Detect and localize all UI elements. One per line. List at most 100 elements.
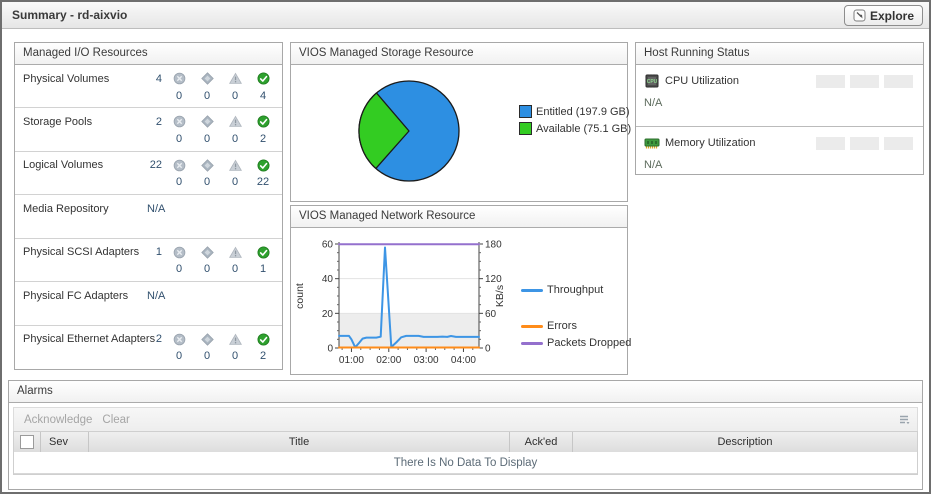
warning-icon [221, 72, 249, 85]
column-header-title[interactable]: Title [89, 432, 510, 452]
managed-io-resources-title: Managed I/O Resources [15, 43, 282, 65]
io-severity-count: 0 [231, 176, 239, 189]
alarms-body: Acknowledge Clear Sev Title Ack'ed Descr… [9, 403, 922, 487]
svg-text:03:00: 03:00 [414, 355, 439, 366]
warning-icon [221, 333, 249, 346]
network-line-chart: 0 20 40 60 0 60 120 180 01:00 02:00 03:00 04:00 [322, 240, 502, 367]
io-row-total: 2 [155, 115, 162, 128]
io-severity-count: 2 [259, 132, 267, 145]
svg-text:180: 180 [485, 240, 502, 251]
io-row-total: N/A [147, 289, 166, 302]
io-severity-count: 0 [231, 132, 239, 145]
svg-text:20: 20 [322, 309, 334, 320]
io-severity-count: 0 [203, 263, 211, 276]
explore-icon [853, 9, 866, 22]
host-running-status-panel: Host Running Status CPU CPU Utilization [635, 42, 924, 175]
available-swatch [519, 122, 532, 135]
io-severity-count: 2 [259, 350, 267, 363]
column-header-acked[interactable]: Ack'ed [510, 432, 573, 452]
io-resource-row: Physical Ethernet Adapters 2 0 0 0 2 [15, 326, 282, 368]
select-all-cell [14, 432, 41, 452]
critical-icon [193, 332, 221, 346]
entitled-label: Entitled (197.9 GB) [536, 105, 630, 118]
explore-button-label: Explore [869, 8, 914, 23]
svg-text:0: 0 [327, 344, 333, 355]
table-customizer-icon[interactable] [897, 413, 911, 427]
fatal-icon [165, 333, 193, 346]
cpu-utilization-row: CPU CPU Utilization N/A [636, 65, 923, 127]
svg-text:02:00: 02:00 [376, 355, 401, 366]
critical-icon [193, 245, 221, 259]
explore-button[interactable]: Explore [843, 5, 923, 26]
placeholder-box [816, 136, 845, 150]
storage-resource-body: Entitled (197.9 GB) Available (75.1 GB) [291, 65, 631, 199]
fatal-icon [165, 159, 193, 172]
network-resource-panel: VIOS Managed Network Resource 0 20 40 60 0 60… [290, 205, 631, 375]
critical-icon [193, 115, 221, 129]
io-row-label: Physical SCSI Adapters [23, 246, 140, 259]
memory-utilization-row: Memory Utilization N/A [636, 127, 923, 188]
legend-item-packets-dropped: Packets Dropped [521, 337, 631, 349]
cpu-placeholder-boxes [816, 74, 913, 88]
column-header-sev[interactable]: Sev [41, 432, 89, 452]
clear-button[interactable]: Clear [102, 414, 129, 426]
memory-utilization-value: N/A [644, 159, 663, 171]
io-severity-count: 0 [231, 350, 239, 363]
io-row-total: 2 [155, 333, 162, 346]
warning-icon [221, 115, 249, 128]
fatal-icon [165, 115, 193, 128]
entitled-swatch [519, 105, 532, 118]
alarms-panel: Alarms Acknowledge Clear Sev Title Ack'e… [8, 380, 923, 490]
available-label: Available (75.1 GB) [536, 122, 632, 135]
io-row-label: Logical Volumes [23, 159, 104, 172]
io-severity-count: 0 [175, 132, 183, 145]
svg-text:04:00: 04:00 [451, 355, 476, 366]
critical-icon [193, 72, 221, 85]
svg-text:0: 0 [485, 344, 491, 355]
column-header-description[interactable]: Description [573, 432, 917, 452]
io-row-total: 22 [149, 159, 162, 172]
normal-icon [249, 115, 277, 128]
io-resource-row: Logical Volumes 22 0 0 0 22 [15, 152, 282, 196]
io-severity-count: 0 [175, 89, 183, 102]
acknowledge-button[interactable]: Acknowledge [24, 414, 92, 426]
left-axis-title: count [293, 283, 306, 309]
svg-text:01:00: 01:00 [339, 355, 364, 366]
alarms-table: Sev Title Ack'ed Description There Is No… [13, 431, 918, 475]
memory-icon [644, 135, 660, 151]
svg-text:40: 40 [322, 274, 334, 285]
io-row-label: Storage Pools [23, 115, 93, 128]
warning-icon [221, 159, 249, 172]
memory-placeholder-boxes [816, 136, 913, 150]
pie-legend-item-entitled: Entitled (197.9 GB) [519, 105, 630, 118]
throughput-label: Throughput [547, 284, 604, 296]
io-severity-count: 0 [203, 176, 211, 189]
io-severity-count: 0 [175, 350, 183, 363]
fatal-icon [165, 246, 193, 259]
pie-legend-item-available: Available (75.1 GB) [519, 122, 631, 135]
svg-text:60: 60 [322, 240, 334, 251]
io-resource-row: Storage Pools 2 0 0 0 2 [15, 108, 282, 152]
select-all-checkbox[interactable] [20, 435, 34, 449]
errors-label: Errors [547, 320, 577, 332]
io-row-total: N/A [147, 202, 166, 215]
page-title: Summary - rd-aixvio [12, 8, 128, 22]
page-header: Summary - rd-aixvio Explore [2, 2, 929, 29]
io-row-label: Physical Volumes [23, 72, 110, 85]
cpu-icon: CPU [644, 73, 660, 89]
storage-resource-panel: VIOS Managed Storage Resource Entitled (… [290, 42, 631, 202]
alarms-table-header: Sev Title Ack'ed Description [14, 432, 917, 452]
io-row-total: 1 [155, 246, 162, 259]
io-row-total: 4 [155, 72, 162, 85]
placeholder-box [884, 74, 913, 88]
legend-item-errors: Errors [521, 320, 577, 332]
no-data-message: There Is No Data To Display [14, 452, 917, 474]
io-row-label: Physical Ethernet Adapters [23, 333, 156, 346]
svg-text:60: 60 [485, 309, 497, 320]
io-severity-count: 0 [203, 132, 211, 145]
io-resource-row: Physical Volumes 4 0 0 0 4 [15, 65, 282, 109]
io-resource-row: Media Repository N/A [15, 195, 282, 239]
placeholder-box [850, 136, 879, 150]
vios-summary-page: Summary - rd-aixvio Explore Managed I/O … [0, 0, 931, 494]
warning-icon [221, 246, 249, 259]
